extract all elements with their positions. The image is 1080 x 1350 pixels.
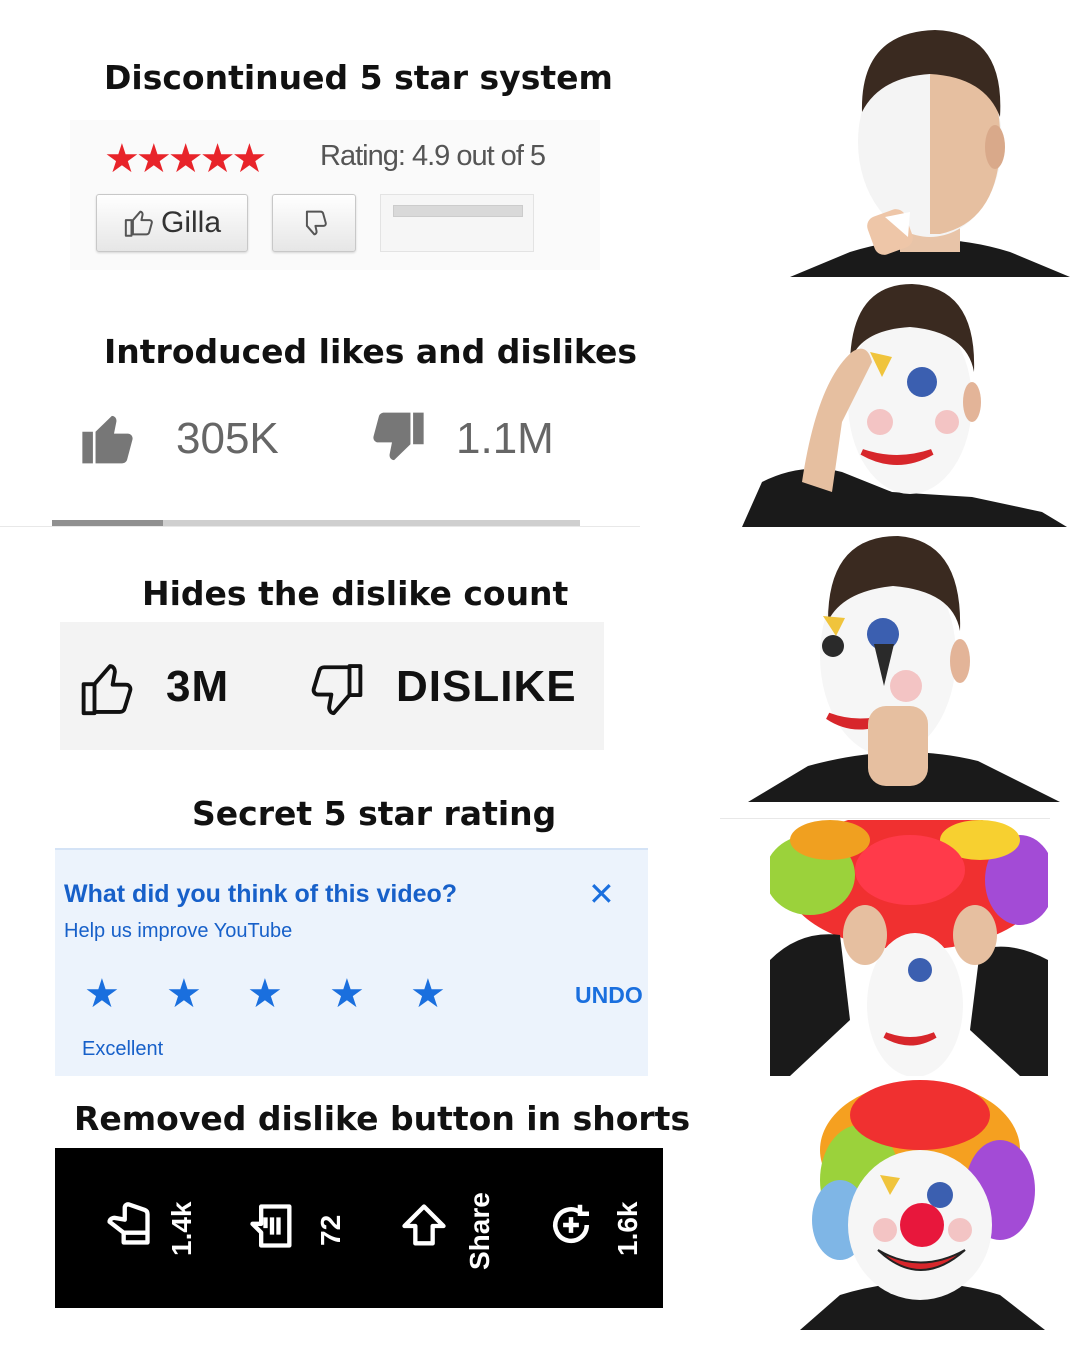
five-star-rating: ★★★★★ [104,137,267,181]
remix-icon[interactable] [544,1198,598,1252]
clown-makeup-photo-5 [800,1080,1045,1330]
divider [0,526,640,527]
thumbs-up-icon [82,415,133,464]
thumbs-up-outline-icon[interactable] [80,660,138,718]
share-label: Share [464,1192,495,1270]
rating-label: Excellent [82,1038,164,1060]
clown-makeup-photo-2 [742,284,1067,527]
share-icon[interactable] [398,1200,450,1252]
comment-icon[interactable] [246,1200,298,1252]
survey-subtitle: Help us improve YouTube [64,920,293,942]
dislike-button[interactable] [272,194,356,252]
dislike-icon[interactable] [102,1198,154,1250]
divider [720,818,1050,819]
star-4-icon[interactable]: ★ [329,970,365,1018]
rating-bar [380,194,534,252]
thumbs-up-icon [124,210,153,237]
dislike-count: 1.1M [456,414,554,463]
star-3-icon[interactable]: ★ [247,970,283,1018]
like-button-label: Gilla [160,206,221,239]
star-1-icon[interactable]: ★ [84,970,120,1018]
remix-count: 1.6k [612,1201,643,1257]
clown-makeup-photo-3 [748,536,1060,802]
survey-question: What did you think of this video? [64,880,458,908]
close-icon[interactable]: ✕ [588,874,615,914]
rating-text: Rating: 4.9 out of 5 [320,140,546,172]
dislike-count: 1.4k [166,1201,197,1257]
clown-makeup-photo-1 [790,30,1070,277]
panel-3-title: Hides the dislike count [142,574,569,613]
panel-4-title: Secret 5 star rating [192,794,557,833]
like-count: 3M [166,662,230,711]
like-count: 305K [176,414,279,463]
dislike-label: DISLIKE [396,662,577,711]
clown-makeup-photo-4 [770,820,1048,1076]
like-button[interactable]: Gilla [96,194,248,252]
comment-count: 72 [315,1214,346,1246]
undo-button[interactable]: UNDO [575,982,643,1009]
panel-5-title: Removed dislike button in shorts [74,1099,691,1138]
star-2-icon[interactable]: ★ [166,970,202,1018]
thumbs-down-outline-icon[interactable] [306,660,364,718]
panel-2-title: Introduced likes and dislikes [104,332,638,371]
thumbs-down-icon [305,210,327,236]
panel-1-title: Discontinued 5 star system [104,58,613,97]
star-5-icon[interactable]: ★ [410,970,446,1018]
thumbs-down-icon [373,412,424,461]
